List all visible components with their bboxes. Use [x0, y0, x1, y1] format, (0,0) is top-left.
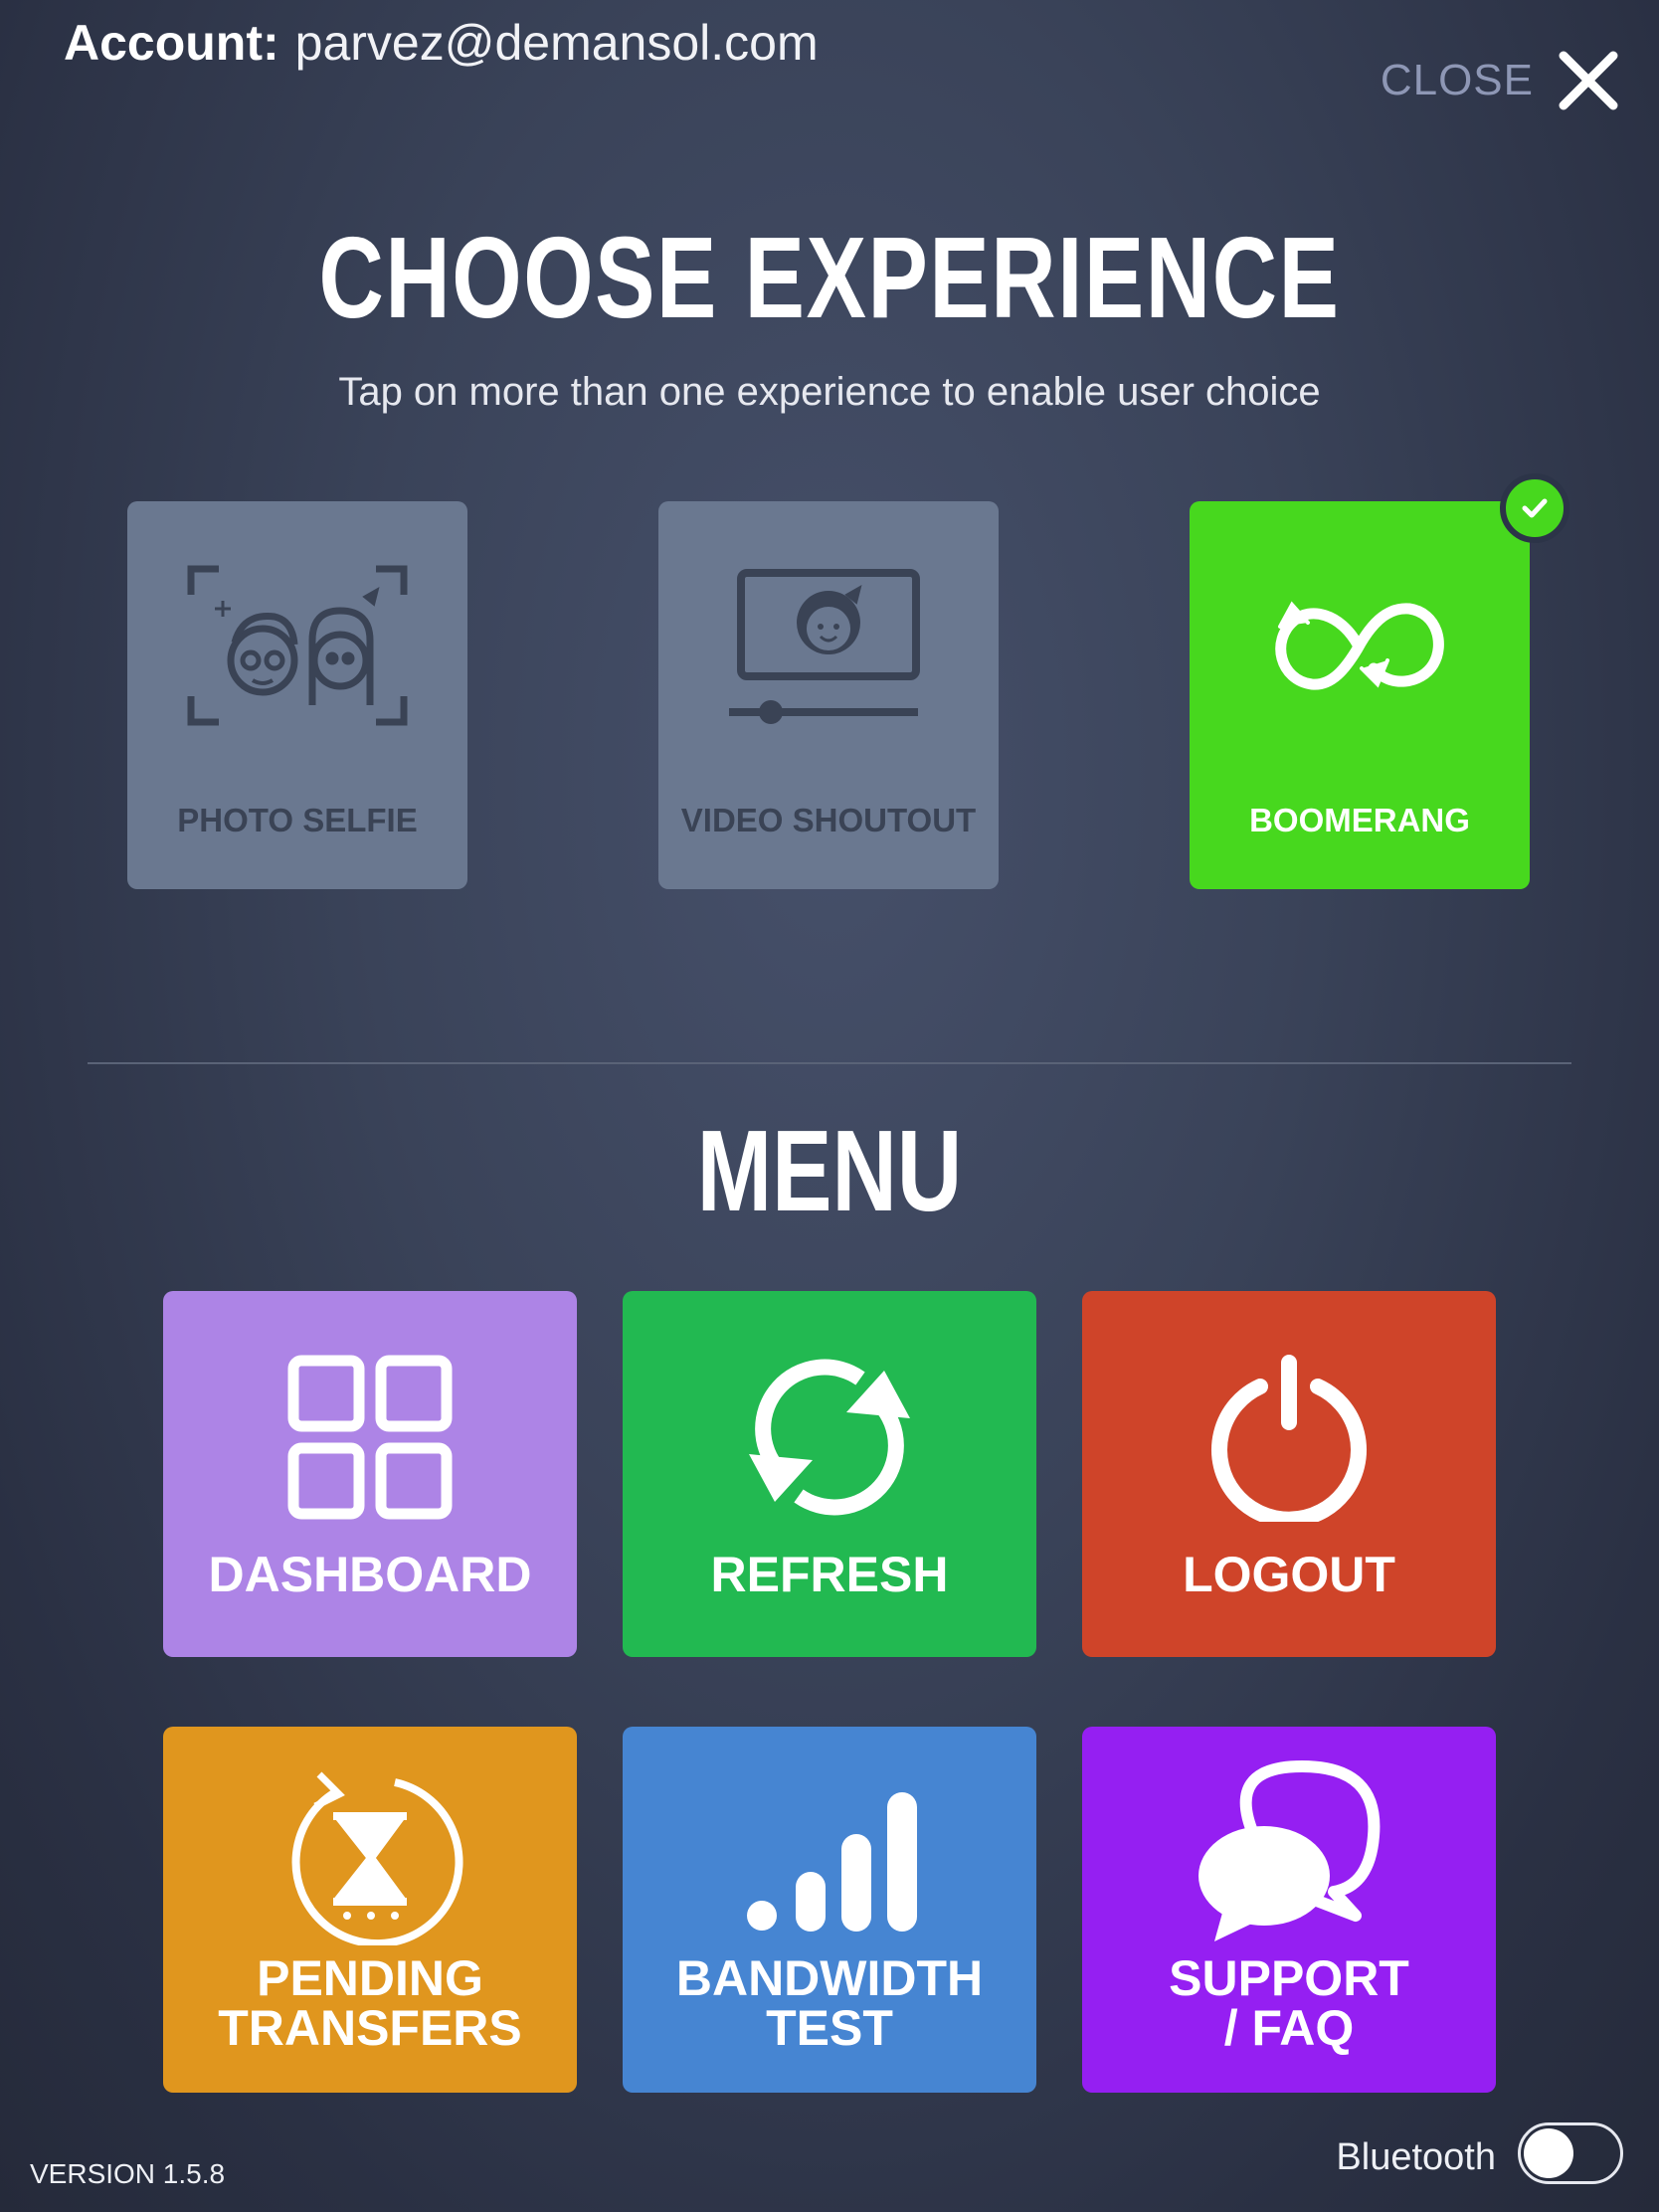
bluetooth-label: Bluetooth	[1336, 2136, 1496, 2178]
choose-experience-subtitle: Tap on more than one experience to enabl…	[338, 370, 1321, 414]
close-label: CLOSE	[1380, 56, 1534, 104]
toggle-knob	[1524, 2128, 1573, 2178]
choose-experience-title: CHOOSE EXPERIENCE	[318, 213, 1341, 342]
refresh-label: REFRESH	[710, 1547, 949, 1602]
checkmark-icon	[1522, 498, 1548, 518]
section-divider	[88, 1062, 1571, 1064]
pending-transfers-button[interactable]: PENDING TRANSFERS	[163, 1727, 577, 2093]
experience-boomerang[interactable]: BOOMERANG	[1190, 501, 1530, 889]
version-label: VERSION 1.5.8	[30, 2158, 226, 2189]
selected-check-badge	[1500, 473, 1569, 543]
label-line: TRANSFERS	[218, 2000, 522, 2056]
menu-title: MENU	[696, 1106, 963, 1235]
label-line: TEST	[766, 2000, 893, 2056]
signal-bars-icon	[747, 1792, 917, 1932]
dashboard-grid-icon	[287, 1355, 453, 1520]
bandwidth-test-label: BANDWIDTH TEST	[623, 1953, 1036, 2053]
account-label: Account:	[64, 15, 279, 71]
support-faq-label: SUPPORT / FAQ	[1082, 1953, 1496, 2053]
label-line: SUPPORT	[1169, 1950, 1409, 2006]
support-faq-button[interactable]: SUPPORT / FAQ	[1082, 1727, 1496, 2093]
experience-photo-selfie[interactable]: PHOTO SELFIE	[127, 501, 467, 889]
account-email: parvez@demansol.com	[294, 15, 819, 71]
close-icon	[1559, 51, 1618, 110]
power-icon	[1211, 1355, 1367, 1522]
experience-label: VIDEO SHOUTOUT	[680, 802, 977, 838]
refresh-icon	[749, 1359, 910, 1516]
close-button[interactable]: CLOSE	[1381, 50, 1619, 111]
experience-label: BOOMERANG	[1249, 802, 1470, 838]
account-info: Account: parvez@demansol.com	[64, 14, 819, 72]
experience-video-shoutout[interactable]: VIDEO SHOUTOUT	[658, 501, 999, 889]
bluetooth-toggle[interactable]	[1518, 2122, 1623, 2184]
refresh-button[interactable]: REFRESH	[623, 1291, 1036, 1657]
experience-label: PHOTO SELFIE	[177, 802, 418, 838]
label-line: BANDWIDTH	[675, 1950, 984, 2006]
hourglass-icon	[291, 1771, 463, 1945]
logout-label: LOGOUT	[1183, 1547, 1395, 1602]
boomerang-icon	[1275, 601, 1444, 690]
label-line: / FAQ	[1223, 2000, 1355, 2056]
logout-button[interactable]: LOGOUT	[1082, 1291, 1496, 1657]
pending-transfers-label: PENDING TRANSFERS	[163, 1953, 577, 2053]
photo-selfie-icon	[187, 565, 408, 726]
video-shoutout-icon	[729, 569, 920, 724]
dashboard-label: DASHBOARD	[208, 1547, 532, 1602]
label-line: PENDING	[257, 1950, 483, 2006]
chat-bubbles-icon	[1198, 1760, 1381, 1941]
dashboard-button[interactable]: DASHBOARD	[163, 1291, 577, 1657]
bandwidth-test-button[interactable]: BANDWIDTH TEST	[623, 1727, 1036, 2093]
